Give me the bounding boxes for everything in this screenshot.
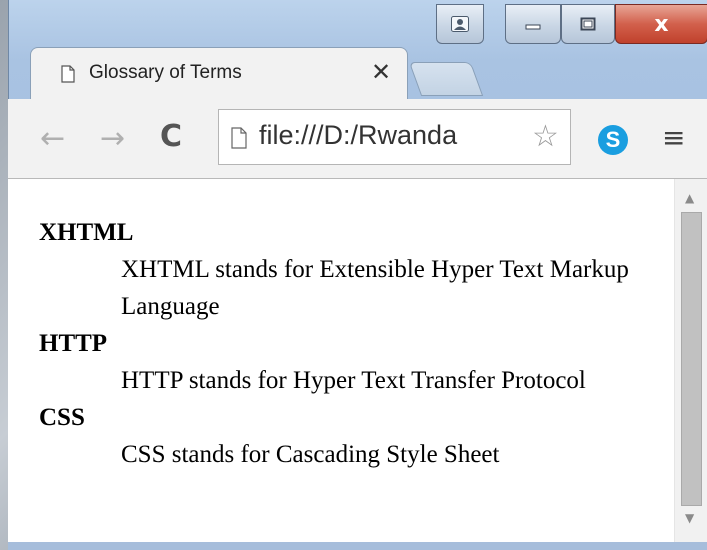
url-text: file:///D:/Rwanda: [259, 120, 458, 150]
glossary-definition: XHTML stands for Extensible Hyper Text M…: [121, 256, 629, 320]
glossary-term: XHTML: [39, 219, 134, 246]
user-icon: [451, 16, 469, 32]
chrome-menu-icon[interactable]: ≡: [662, 121, 685, 154]
glossary-term: CSS: [39, 404, 85, 431]
glossary-definition: CSS stands for Cascading Style Sheet: [121, 441, 500, 468]
page-viewport: XHTML XHTML stands for Extensible Hyper …: [8, 179, 707, 542]
reload-icon[interactable]: C: [160, 119, 182, 154]
page-icon: [61, 65, 75, 83]
browser-tab[interactable]: Glossary of Terms ✕: [30, 47, 408, 99]
new-tab-button[interactable]: [408, 62, 484, 96]
page-content: XHTML XHTML stands for Extensible Hyper …: [8, 189, 668, 473]
scroll-up-arrow-icon[interactable]: ▲: [685, 191, 694, 205]
minimize-icon: [525, 24, 541, 30]
tab-close-icon[interactable]: ✕: [371, 58, 391, 86]
tab-title: Glossary of Terms: [89, 62, 242, 83]
vertical-scrollbar[interactable]: ▲ ▼: [674, 179, 707, 542]
forward-arrow-icon[interactable]: →: [100, 121, 125, 156]
maximize-icon: [580, 17, 596, 31]
maximize-button[interactable]: [561, 4, 615, 44]
glossary-definition: HTTP stands for Hyper Text Transfer Prot…: [121, 367, 586, 394]
window-bottom-border: [8, 542, 707, 550]
user-profile-button[interactable]: [436, 4, 484, 44]
page-icon: [231, 127, 247, 149]
glossary-term: HTTP: [39, 330, 108, 357]
scrollbar-thumb[interactable]: [681, 212, 702, 506]
address-bar[interactable]: file:///D:/Rwanda: [218, 109, 571, 165]
minimize-button[interactable]: [505, 4, 561, 44]
bookmark-star-icon[interactable]: ☆: [532, 119, 559, 154]
browser-toolbar: ← → C file:///D:/Rwanda ☆ S ≡: [8, 99, 707, 179]
back-arrow-icon[interactable]: ←: [40, 121, 65, 156]
glossary-list: XHTML XHTML stands for Extensible Hyper …: [8, 189, 668, 473]
scroll-down-arrow-icon[interactable]: ▼: [685, 511, 694, 525]
window-close-icon: x: [654, 11, 669, 37]
skype-extension-icon[interactable]: S: [598, 125, 628, 155]
window-close-button[interactable]: x: [615, 4, 707, 44]
